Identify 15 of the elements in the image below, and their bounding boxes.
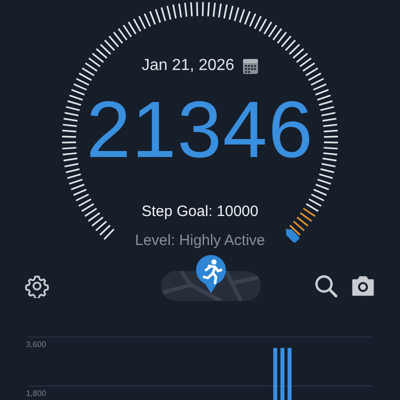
step-goal: Step Goal: 10000: [142, 202, 258, 222]
step-count: 21346: [86, 90, 314, 170]
camera-icon[interactable]: [351, 275, 375, 297]
date-text: Jan 21, 2026: [142, 56, 234, 76]
settings-icon[interactable]: [25, 274, 49, 298]
chart-bar: [280, 348, 284, 400]
progress-marker: [286, 229, 300, 243]
chart-bar: [288, 348, 292, 400]
running-pin-icon: [195, 254, 227, 294]
axis-label: 3,600: [26, 340, 46, 349]
chart-bar: [273, 348, 278, 400]
activity-level: Level: Highly Active: [134, 231, 266, 251]
axis-label: 1,800: [26, 389, 46, 398]
calendar-icon[interactable]: [243, 58, 258, 74]
search-icon[interactable]: [313, 273, 339, 299]
